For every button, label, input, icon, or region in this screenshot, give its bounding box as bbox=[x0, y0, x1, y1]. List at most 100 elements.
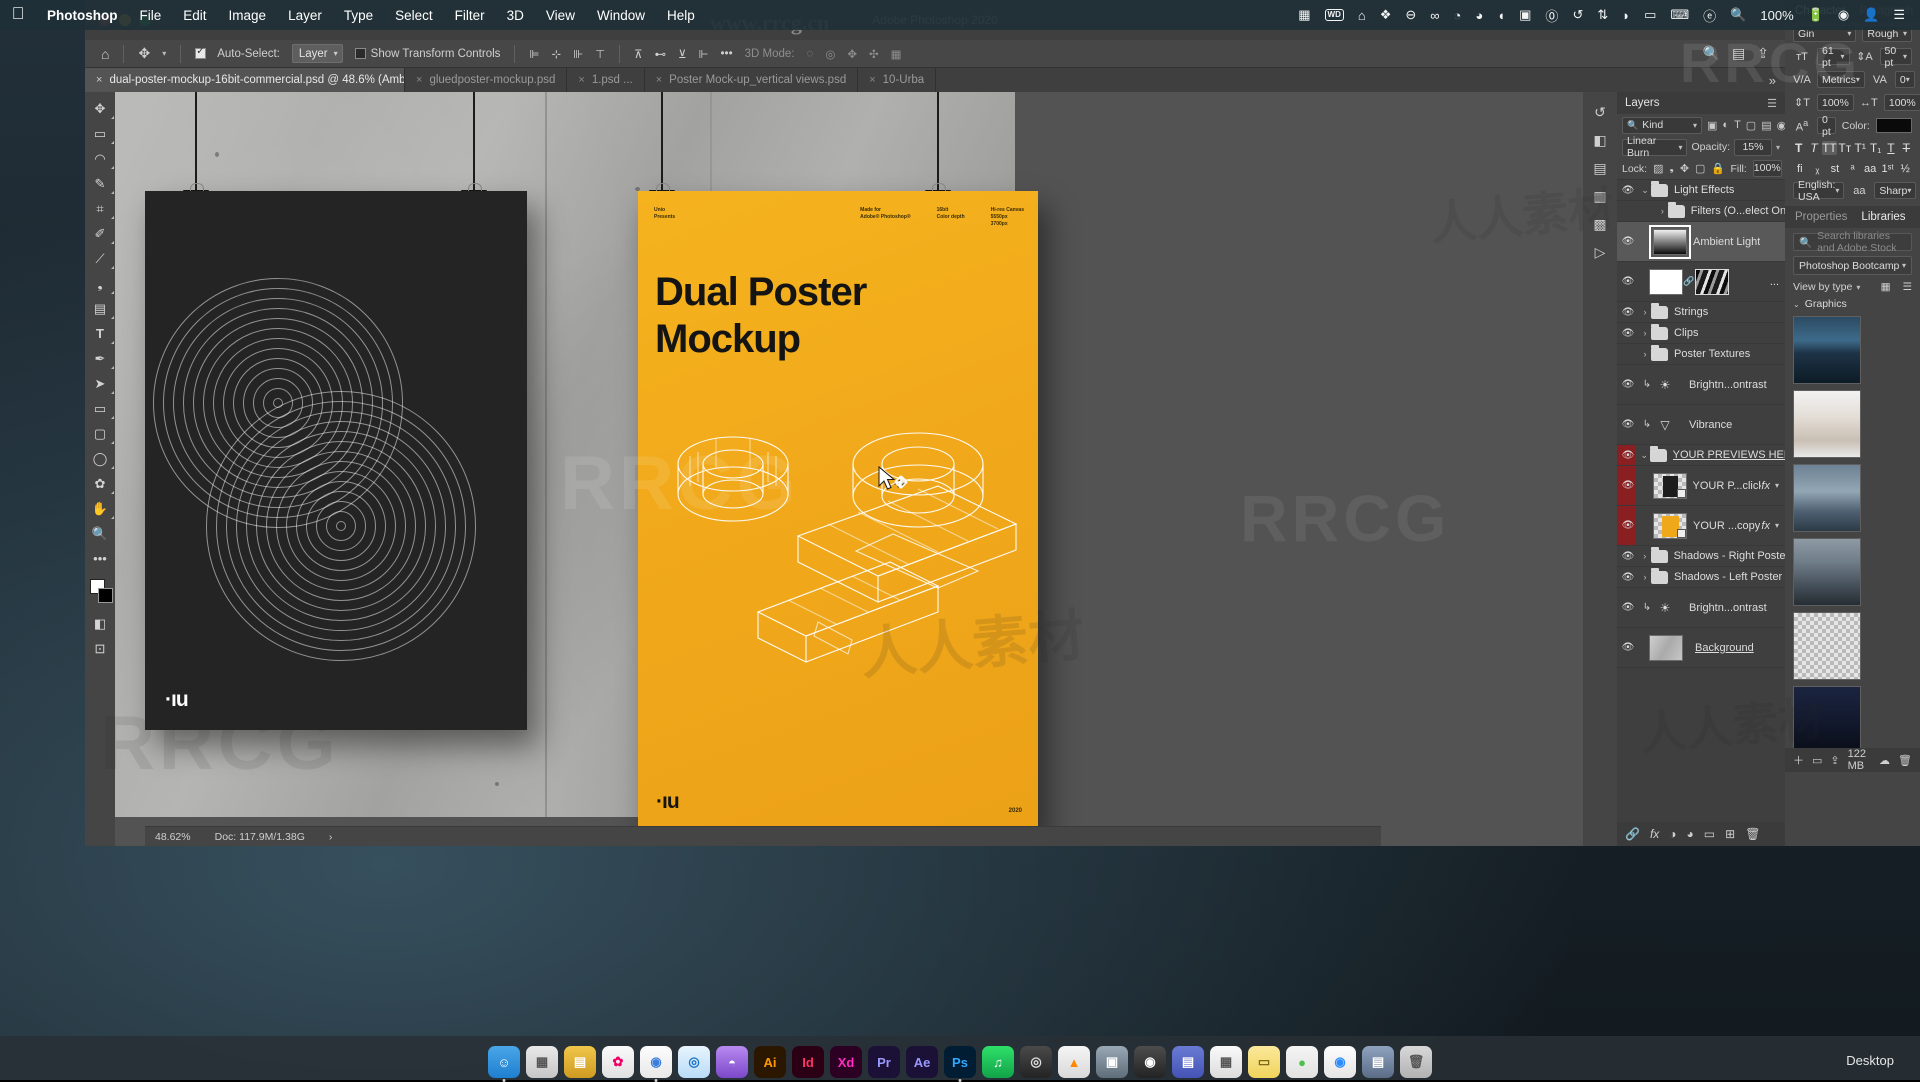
status-chevron-right-icon[interactable]: › bbox=[329, 831, 333, 843]
search-icon[interactable]: 🔍 bbox=[1723, 7, 1753, 23]
bold-icon[interactable]: T bbox=[1791, 141, 1806, 155]
all-caps-icon[interactable]: TT bbox=[1822, 141, 1837, 155]
display-icon[interactable]: ▭ bbox=[1637, 7, 1663, 23]
chevron-right-icon[interactable]: › bbox=[1639, 551, 1651, 561]
slide-3d-icon[interactable]: ✣ bbox=[863, 43, 885, 65]
layer-row-background[interactable]: 👁 Background bbox=[1617, 628, 1785, 668]
menu-3d[interactable]: 3D bbox=[496, 8, 535, 23]
layer-thumbnail[interactable] bbox=[1649, 635, 1683, 661]
document-canvas[interactable]: ·ıu Unio Presents Made for Adobe® Photos… bbox=[115, 92, 1015, 817]
layer-filter-kind-select[interactable]: 🔍 Kind ▾ bbox=[1622, 117, 1702, 134]
more-options-icon[interactable]: ••• bbox=[715, 43, 739, 65]
quick-select-tool[interactable]: ✎ bbox=[85, 171, 115, 196]
dock-app-calculator[interactable]: ▦ bbox=[1210, 1046, 1242, 1078]
pan-3d-icon[interactable]: ✥ bbox=[841, 43, 863, 65]
underline-icon[interactable]: T bbox=[1883, 141, 1898, 155]
control-center-icon[interactable]: ☰ bbox=[1886, 7, 1912, 23]
close-icon[interactable]: × bbox=[869, 74, 875, 86]
search-icon[interactable]: 🔍 bbox=[1697, 43, 1726, 65]
auto-select-scope-select[interactable]: Layer▾ bbox=[286, 43, 349, 65]
layer-row-clips[interactable]: 👁 › Clips bbox=[1617, 323, 1785, 344]
library-item-lake-mountain[interactable] bbox=[1793, 316, 1861, 384]
dock-app-vlc[interactable]: ▲ bbox=[1058, 1046, 1090, 1078]
visibility-toggle-icon[interactable]: 👁 bbox=[1617, 185, 1639, 196]
layer-thumbnail[interactable] bbox=[1653, 473, 1687, 499]
panel-menu-icon[interactable]: ☰ bbox=[1767, 97, 1777, 110]
tracking-field[interactable]: 0 ▾ bbox=[1895, 71, 1915, 88]
ligatures-icon[interactable]: fi bbox=[1791, 163, 1809, 175]
apple-logo-icon[interactable]:  bbox=[0, 5, 36, 25]
dock-app-indesign[interactable]: Id bbox=[792, 1046, 824, 1078]
menu-filter[interactable]: Filter bbox=[444, 8, 496, 23]
healing-brush-tool[interactable]: ⟋ bbox=[85, 246, 115, 271]
visibility-toggle-icon[interactable]: 👁 bbox=[1617, 450, 1639, 461]
visibility-toggle-icon[interactable]: 👁 bbox=[1617, 572, 1639, 583]
dock-app-trash[interactable]: 🗑 bbox=[1400, 1046, 1432, 1078]
contextual-alt-icon[interactable]: ᵪ bbox=[1809, 163, 1827, 175]
scale-3d-icon[interactable]: ▦ bbox=[885, 43, 908, 65]
dock-app-photoshop[interactable]: Ps bbox=[944, 1046, 976, 1078]
menu-select[interactable]: Select bbox=[384, 8, 444, 23]
layer-extra[interactable]: ... bbox=[1770, 276, 1785, 288]
visibility-toggle-icon[interactable]: 👁 bbox=[1617, 642, 1639, 653]
layer-fx[interactable]: fx▾ bbox=[1761, 520, 1785, 532]
screen-mode-icon[interactable]: ⊡ bbox=[85, 636, 115, 661]
strikethrough-icon[interactable]: T bbox=[1899, 141, 1914, 155]
language-select[interactable]: English: USA ▾ bbox=[1793, 182, 1844, 199]
view-by-type-label[interactable]: View by type bbox=[1793, 281, 1852, 293]
text-color-swatch[interactable] bbox=[1876, 118, 1912, 133]
tab-libraries[interactable]: Libraries bbox=[1861, 211, 1905, 223]
chevron-right-icon[interactable]: › bbox=[1639, 328, 1651, 338]
link-layers-icon[interactable]: 🔗 bbox=[1625, 827, 1640, 841]
cloud-icon[interactable]: ☁ bbox=[1879, 754, 1890, 767]
creative-cloud-icon[interactable]: ∞ bbox=[1423, 8, 1446, 23]
visibility-toggle-icon[interactable]: 👁 bbox=[1617, 307, 1639, 318]
add-mask-icon[interactable]: ◑ bbox=[1669, 827, 1676, 841]
trash-icon[interactable]: 🗑 bbox=[1898, 754, 1912, 767]
te-icon[interactable]: ⓔ bbox=[1696, 6, 1723, 25]
type-filter-icon[interactable]: T bbox=[1734, 119, 1741, 132]
leading-field[interactable]: 50 pt ▾ bbox=[1880, 48, 1913, 65]
chevron-right-icon[interactable]: › bbox=[1639, 349, 1651, 359]
dock-app-teams[interactable]: ▤ bbox=[1172, 1046, 1204, 1078]
arc-icon[interactable]: ⌂ bbox=[1351, 8, 1373, 23]
menu-view[interactable]: View bbox=[535, 8, 586, 23]
chevron-down-icon[interactable]: ▾ bbox=[1775, 481, 1779, 490]
smartobject-filter-icon[interactable]: ▤ bbox=[1761, 119, 1771, 132]
type-tool[interactable]: T bbox=[85, 321, 115, 346]
chevron-down-icon[interactable]: ▾ bbox=[1775, 521, 1779, 530]
background-color-swatch[interactable] bbox=[98, 588, 113, 603]
dock-app-messages[interactable]: ● bbox=[1286, 1046, 1318, 1078]
dock-app-notes[interactable]: ▭ bbox=[1248, 1046, 1280, 1078]
menu-type[interactable]: Type bbox=[333, 8, 384, 23]
stylistic-alt-icon[interactable]: ᵃ bbox=[1844, 163, 1862, 175]
grid-view-icon[interactable]: ▦ bbox=[1881, 281, 1891, 293]
left-poster[interactable]: ·ıu bbox=[145, 191, 527, 730]
vertical-scale-field[interactable]: 100% bbox=[1817, 94, 1854, 111]
dock-app-safari[interactable]: ◎ bbox=[678, 1046, 710, 1078]
wd-icon[interactable]: WD bbox=[1318, 9, 1351, 21]
menu-layer[interactable]: Layer bbox=[277, 8, 333, 23]
dock-app-downloads[interactable]: ▤ bbox=[1362, 1046, 1394, 1078]
visibility-toggle-icon[interactable]: 👁 bbox=[1617, 419, 1639, 430]
dock-app-after-effects[interactable]: Ae bbox=[906, 1046, 938, 1078]
contrast-icon[interactable]: ◖ bbox=[1490, 8, 1512, 23]
visibility-toggle-icon[interactable]: 👁 bbox=[1617, 236, 1639, 247]
folder-icon[interactable]: ▭ bbox=[1812, 754, 1822, 767]
sync-icon[interactable]: ⊖ bbox=[1398, 7, 1423, 23]
screen-record-icon[interactable]: ▣ bbox=[1512, 7, 1538, 23]
chevron-down-icon[interactable]: ▾ bbox=[1776, 143, 1780, 152]
library-item-night-sky[interactable] bbox=[1793, 686, 1861, 754]
fx-icon[interactable]: fx bbox=[1650, 827, 1659, 841]
color-icon[interactable]: ◧ bbox=[1583, 126, 1617, 154]
visibility-toggle-icon[interactable]: 👁 bbox=[1617, 520, 1639, 531]
tab-1psd[interactable]: × 1.psd ... bbox=[567, 68, 644, 92]
layer-thumbnail[interactable] bbox=[1649, 269, 1683, 295]
layer-mask-thumbnail[interactable] bbox=[1695, 269, 1729, 295]
siri-icon[interactable]: ◉ bbox=[1831, 7, 1856, 23]
pixel-filter-icon[interactable]: ▣ bbox=[1707, 119, 1717, 132]
add-icon[interactable]: ＋ bbox=[1793, 752, 1804, 768]
layer-thumbnail[interactable] bbox=[1653, 229, 1687, 255]
library-select[interactable]: Photoshop Bootcamp ▾ bbox=[1793, 256, 1912, 275]
lock-position-icon[interactable]: ✥ bbox=[1680, 162, 1689, 175]
